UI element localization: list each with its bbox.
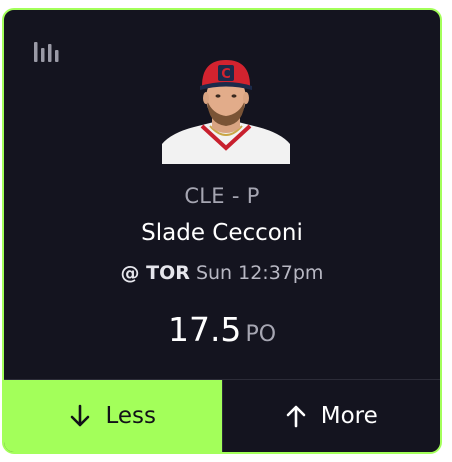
player-headshot: C (162, 52, 290, 164)
opponent: @ TOR (120, 262, 190, 284)
pick-buttons: Less More (4, 379, 440, 452)
arrow-down-icon (71, 404, 90, 427)
more-label: More (320, 403, 378, 429)
player-prop-card[interactable]: C CLE - P Slade Cecconi @ TOR Sun 12:37p… (2, 8, 442, 454)
game-time: Sun 12:37pm (195, 262, 324, 284)
projection-value: 17.5 (167, 310, 242, 349)
less-label: Less (105, 403, 157, 429)
bar-chart-icon[interactable] (34, 40, 60, 62)
less-button[interactable]: Less (4, 380, 223, 452)
cap-logo: C (221, 67, 231, 82)
player-name[interactable]: Slade Cecconi (4, 220, 440, 246)
more-button[interactable]: More (222, 380, 440, 452)
projection: 17.5 PO (4, 310, 440, 349)
projection-stat: PO (245, 322, 277, 347)
game-info: @ TOR Sun 12:37pm (4, 262, 440, 284)
arrow-up-icon (286, 405, 306, 428)
team-position: CLE - P (184, 184, 260, 208)
